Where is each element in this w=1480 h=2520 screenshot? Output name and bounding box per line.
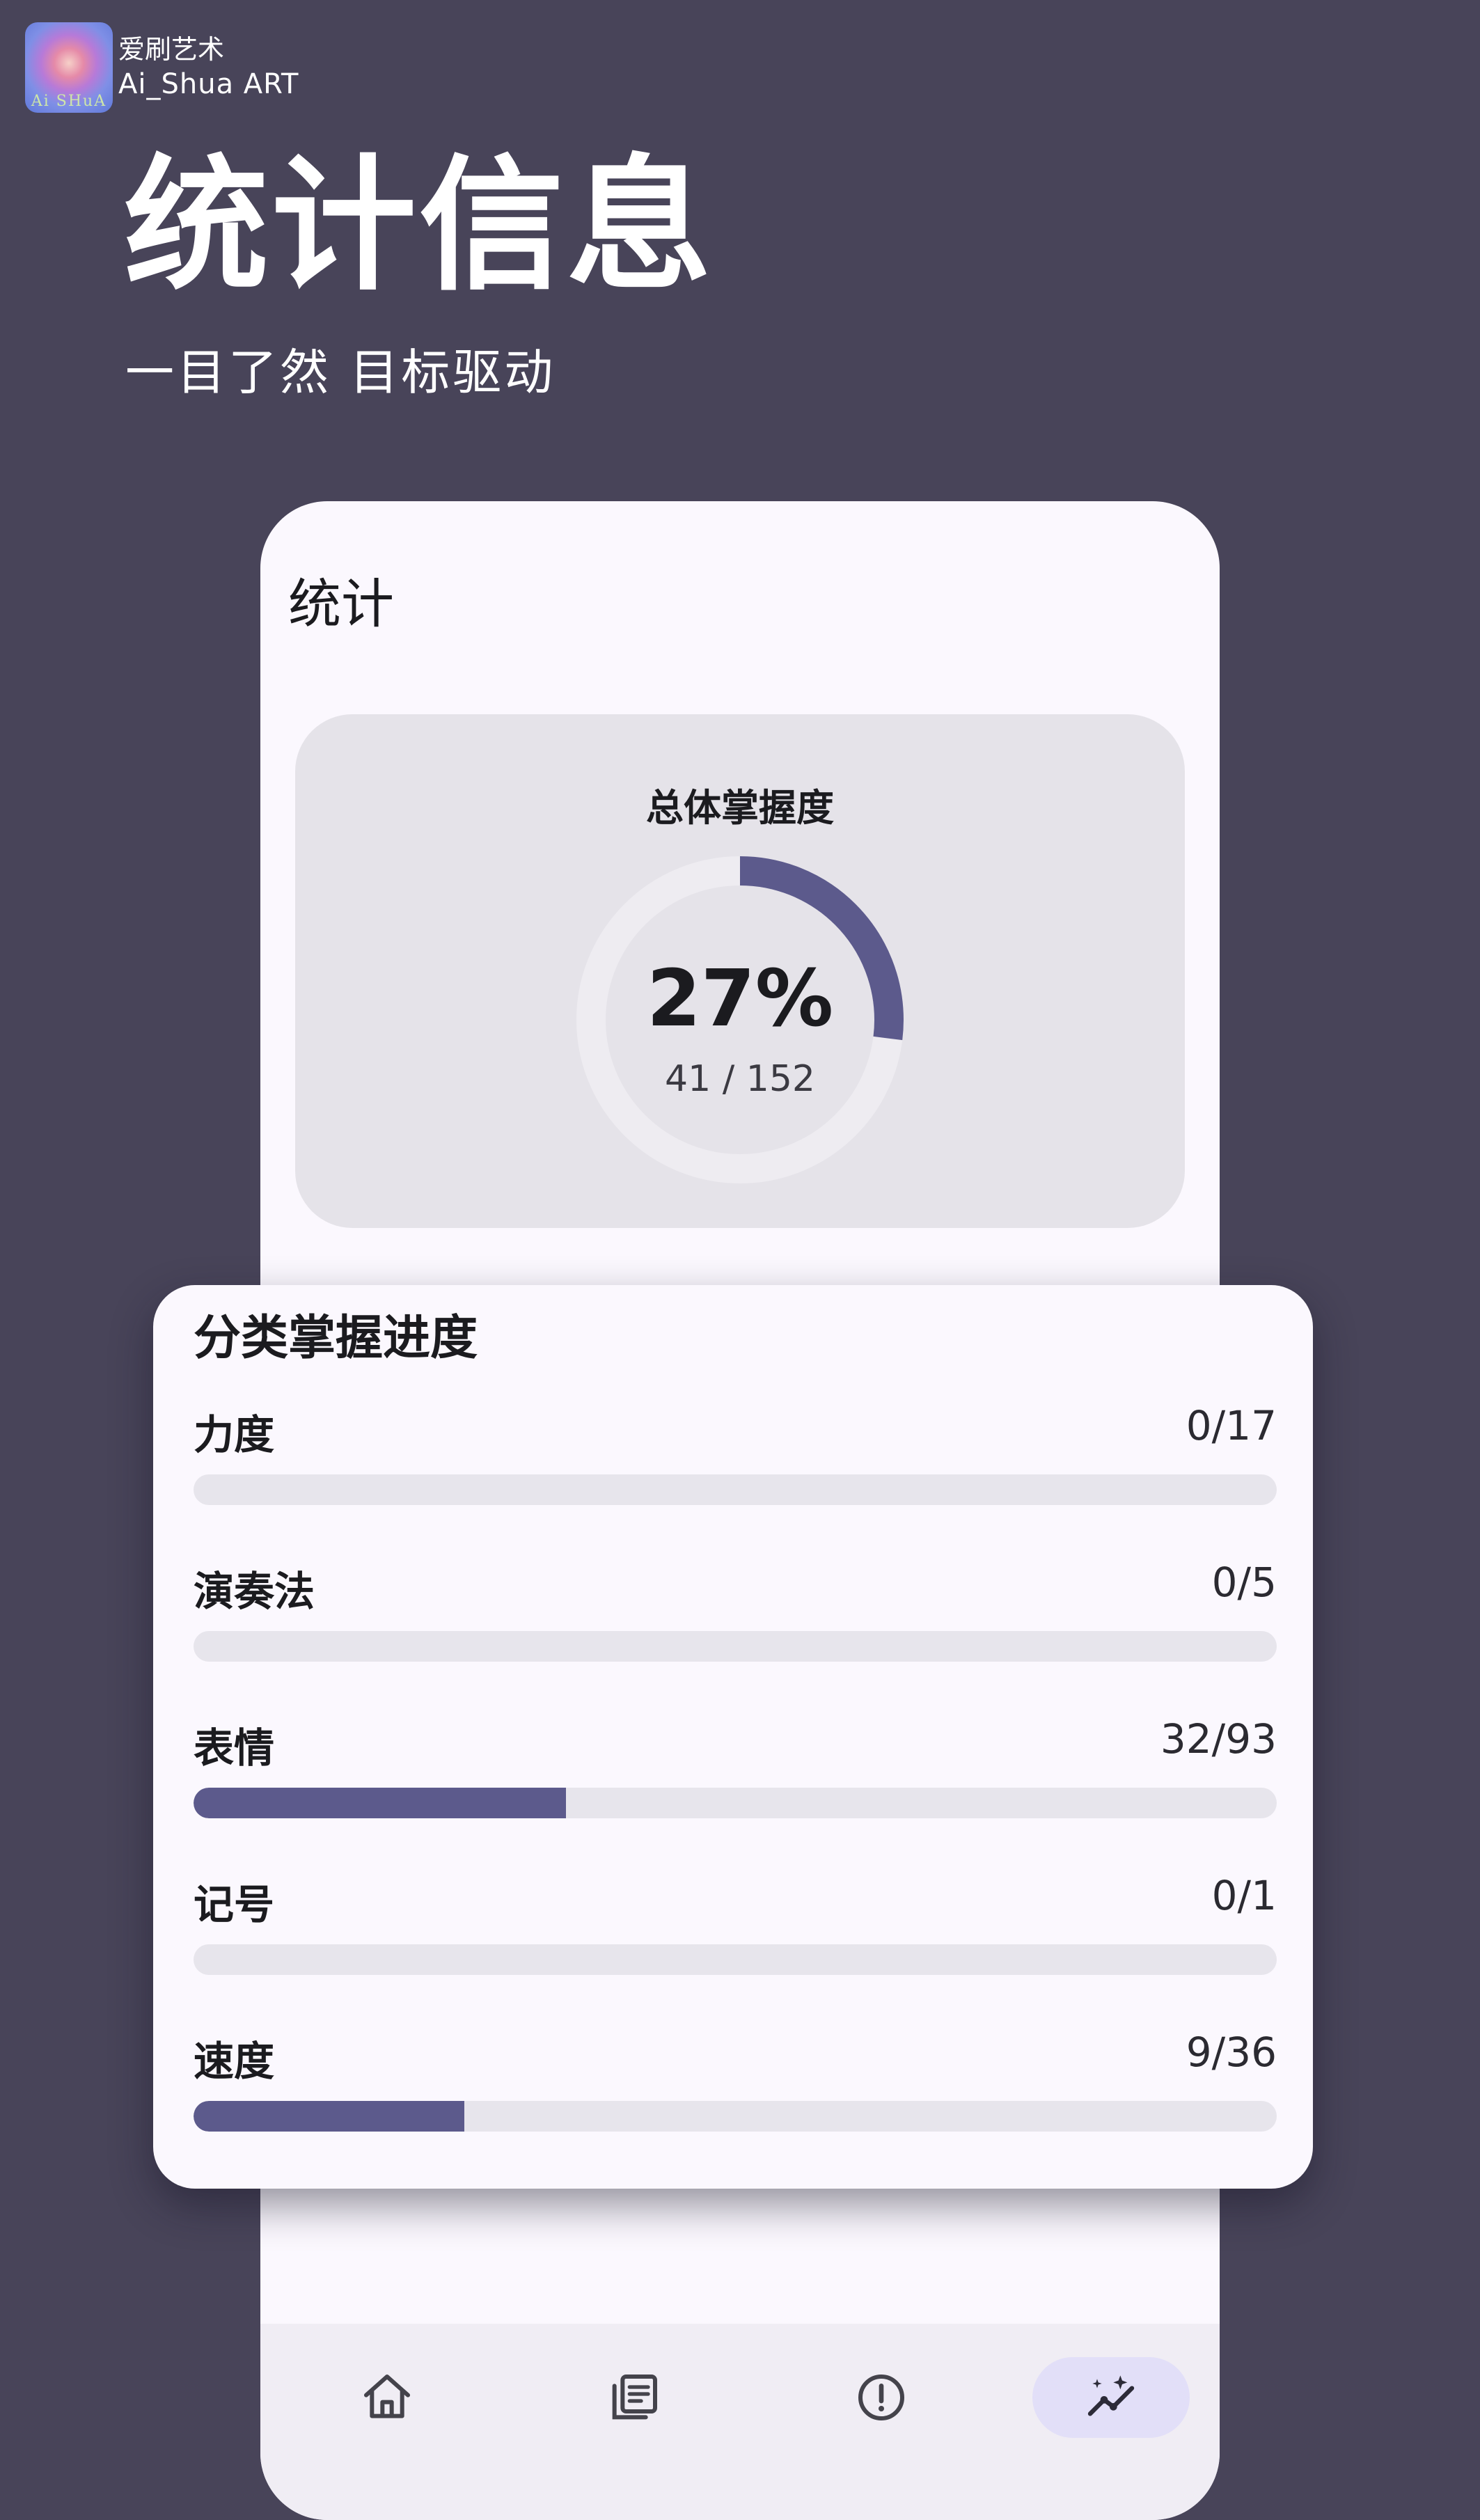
category-count: 0/5: [1211, 1559, 1277, 1606]
category-progress-bar: [194, 1631, 1277, 1662]
category-progress-title: 分类掌握进度: [194, 1311, 478, 1366]
category-row: 演奏法 0/5: [194, 1559, 1277, 1662]
app-logo-text: Ai SHuA: [31, 93, 107, 110]
category-name: 力度: [194, 1411, 275, 1458]
page-title: 统计: [288, 573, 394, 635]
nav-library[interactable]: [556, 2357, 713, 2438]
library-icon: [612, 2375, 657, 2420]
category-count: 0/1: [1211, 1872, 1277, 1919]
category-progress-card: 分类掌握进度 力度 0/17 演奏法 0/5 表情 32/93 记号 0/1 速…: [153, 1285, 1313, 2189]
category-count: 9/36: [1186, 2029, 1277, 2076]
category-progress-fill: [194, 2101, 464, 2132]
category-progress-bar: [194, 1788, 1277, 1818]
category-row: 记号 0/1: [194, 1872, 1277, 1975]
alert-circle-icon: [858, 2375, 904, 2420]
brand-names: 爱刷艺术 Ai_Shua ART: [118, 33, 299, 102]
category-row: 力度 0/17: [194, 1402, 1277, 1505]
category-progress-bar: [194, 1944, 1277, 1975]
overall-count: 41 / 152: [665, 1058, 815, 1100]
overall-percent: 27%: [646, 954, 834, 1044]
category-name: 表情: [194, 1724, 275, 1772]
category-count: 0/17: [1186, 1402, 1277, 1449]
nav-home[interactable]: [308, 2357, 466, 2438]
nav-alerts[interactable]: [803, 2357, 960, 2438]
overall-mastery-card: 总体掌握度 27% 41 / 152: [295, 714, 1185, 1228]
brand-name-en: Ai_Shua ART: [118, 68, 299, 100]
stats-sparkle-icon: [1087, 2375, 1135, 2416]
bottom-nav: [260, 2324, 1220, 2520]
brand-name-cn: 爱刷艺术: [118, 34, 225, 65]
category-name: 演奏法: [194, 1568, 315, 1615]
hero-title: 统计信息: [124, 142, 714, 310]
category-progress-bar: [194, 1474, 1277, 1505]
hero-subtitle: 一目了然 目标驱动: [125, 344, 556, 401]
home-icon: [364, 2375, 410, 2418]
category-row: 表情 32/93: [194, 1715, 1277, 1818]
category-name: 记号: [194, 1881, 275, 1928]
category-count: 32/93: [1160, 1715, 1277, 1763]
overall-mastery-title: 总体掌握度: [646, 786, 834, 830]
category-progress-fill: [194, 1788, 567, 1818]
category-name: 速度: [194, 2038, 275, 2085]
app-logo: Ai SHuA: [25, 22, 113, 113]
overall-progress-ring: 27% 41 / 152: [576, 856, 904, 1183]
nav-stats[interactable]: [1032, 2357, 1190, 2438]
brand: Ai SHuA 爱刷艺术 Ai_Shua ART: [25, 22, 299, 113]
category-progress-bar: [194, 2101, 1277, 2132]
category-row: 速度 9/36: [194, 2029, 1277, 2132]
